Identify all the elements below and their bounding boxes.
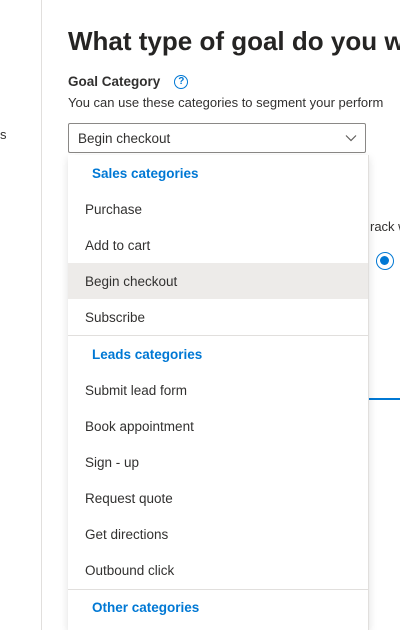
background-text-fragment: rack w: [370, 219, 400, 234]
option-subscribe[interactable]: Subscribe: [68, 299, 368, 335]
option-purchase[interactable]: Purchase: [68, 191, 368, 227]
option-outbound-click[interactable]: Outbound click: [68, 552, 368, 588]
background-radio-button[interactable]: [376, 252, 394, 270]
option-begin-checkout[interactable]: Begin checkout: [68, 263, 368, 299]
option-book-appointment[interactable]: Book appointment: [68, 408, 368, 444]
option-add-to-cart[interactable]: Add to cart: [68, 227, 368, 263]
goal-category-selected-value: Begin checkout: [78, 131, 171, 146]
option-get-directions[interactable]: Get directions: [68, 516, 368, 552]
background-accent-line: [369, 398, 400, 400]
group-header-other: Other categories: [92, 599, 200, 615]
option-request-quote[interactable]: Request quote: [68, 480, 368, 516]
radio-selected-dot: [380, 256, 389, 265]
goal-category-label: Goal Category ?: [68, 74, 189, 89]
page-title: What type of goal do you wa: [68, 26, 400, 56]
goal-category-helper-text: You can use these categories to segment …: [68, 95, 384, 110]
group-header-leads: Leads categories: [92, 346, 203, 362]
goal-category-select[interactable]: Begin checkout: [68, 123, 366, 153]
goal-category-label-text: Goal Category: [68, 74, 161, 89]
chevron-down-icon: [345, 135, 357, 142]
goal-category-dropdown-list: Sales categories Purchase Add to cart Be…: [68, 155, 369, 630]
help-question-icon[interactable]: ?: [174, 74, 189, 89]
option-sign-up[interactable]: Sign - up: [68, 444, 368, 480]
group-header-sales: Sales categories: [92, 165, 199, 181]
left-pane-divider: [41, 0, 42, 630]
option-submit-lead-form[interactable]: Submit lead form: [68, 372, 368, 408]
left-nav-text-fragment[interactable]: s: [0, 127, 7, 142]
left-navigation-pane: s: [0, 0, 41, 630]
